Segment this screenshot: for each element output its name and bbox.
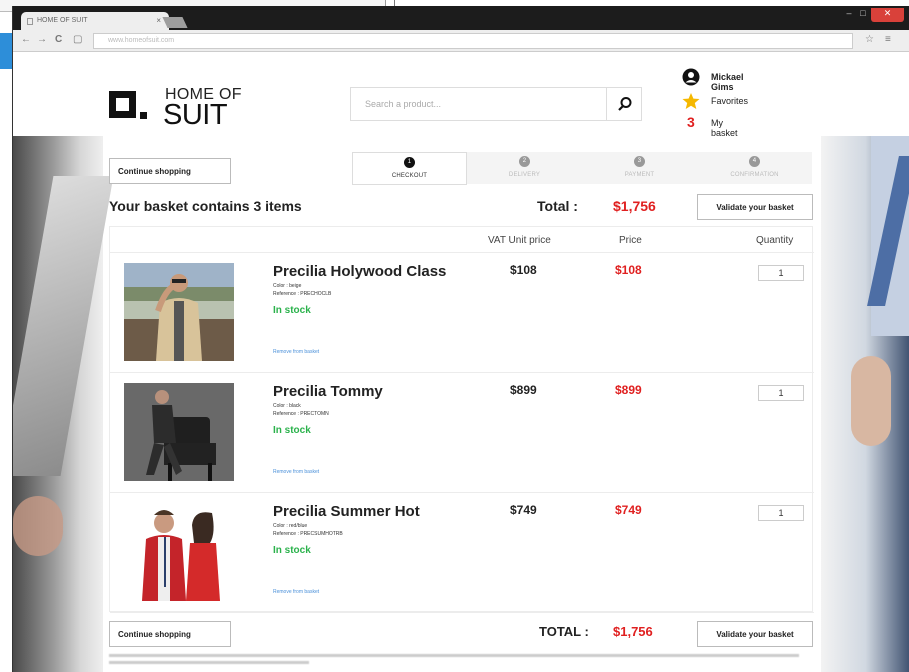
back-icon[interactable]: ←: [21, 34, 31, 45]
stock-status: In stock: [273, 425, 311, 436]
background-lapel: [13, 176, 114, 476]
quantity-input[interactable]: [758, 505, 804, 521]
product-image[interactable]: [124, 263, 234, 361]
product-image[interactable]: [124, 383, 234, 481]
basket-label: My basket: [711, 118, 738, 138]
remove-from-basket-link[interactable]: Remove from basket: [273, 349, 319, 355]
stock-status: In stock: [273, 305, 311, 316]
search-input[interactable]: [351, 88, 606, 120]
total-value: $1,756: [613, 198, 656, 214]
bookmark-star-icon[interactable]: ☆: [865, 34, 874, 45]
remove-from-basket-link[interactable]: Remove from basket: [273, 589, 319, 595]
blurred-text: [109, 654, 799, 664]
tab-title: HOME OF SUIT: [37, 17, 88, 24]
table-row: Precilia Holywood Class Color : beige Re…: [110, 253, 814, 373]
product-name[interactable]: Precilia Tommy: [273, 383, 383, 400]
browser-tab[interactable]: HOME OF SUIT ×: [21, 12, 169, 30]
address-bar[interactable]: www.homeofsuit.com: [93, 33, 853, 49]
vat-unit-price: $749: [510, 503, 537, 517]
product-reference: Reference : PRECTOMN: [273, 411, 329, 417]
site-logo[interactable]: HOME OF SUIT: [109, 82, 249, 132]
basket-count-text: Your basket contains 3 items: [109, 198, 302, 214]
logo-dot: [140, 112, 147, 119]
vat-unit-price: $108: [510, 263, 537, 277]
step-label: PAYMENT: [624, 172, 655, 178]
table-header: VAT Unit price Price Quantity: [110, 227, 814, 253]
browser-window: HOME OF SUIT × – □ ✕ ← → C ▢ www.homeofs…: [12, 6, 909, 672]
step-delivery[interactable]: 2 DELIVERY: [467, 152, 582, 184]
step-confirmation[interactable]: 4 CONFIRMATION: [697, 152, 812, 184]
validate-basket-button-bottom[interactable]: Validate your basket: [697, 621, 813, 647]
header-vat: VAT Unit price: [488, 235, 551, 246]
star-icon: [682, 93, 700, 109]
new-tab-button[interactable]: [162, 17, 188, 28]
total-label: Total :: [537, 198, 578, 214]
step-number: 1: [404, 157, 415, 168]
user-menu: Mickael Gims Favorites 3 My basket: [681, 68, 821, 138]
logo-mark: [109, 91, 136, 118]
header-price: Price: [619, 235, 642, 246]
user-icon: [682, 68, 700, 86]
price: $749: [615, 503, 642, 517]
price: $899: [615, 383, 642, 397]
price: $108: [615, 263, 642, 277]
close-button[interactable]: ✕: [871, 8, 904, 22]
total-value: $1,756: [613, 624, 653, 639]
step-number: 2: [519, 156, 530, 167]
menu-icon[interactable]: ≡: [885, 34, 891, 45]
total-label: TOTAL :: [539, 624, 589, 639]
product-name[interactable]: Precilia Summer Hot: [273, 503, 420, 520]
favorites-label: Favorites: [711, 96, 749, 106]
table-row: Precilia Tommy Color : black Reference :…: [110, 373, 814, 493]
continue-shopping-button[interactable]: Continue shopping: [109, 158, 231, 184]
product-color: Color : beige: [273, 283, 302, 289]
basket-table: VAT Unit price Price Quantity Precilia H…: [109, 226, 814, 613]
background-hand: [13, 496, 63, 556]
user-name: Mickael Gims: [711, 72, 744, 92]
search-button[interactable]: [606, 88, 642, 120]
product-reference: Reference : PRECHOCLB: [273, 291, 332, 297]
page-icon: [27, 18, 33, 25]
product-reference: Reference : PRECSUMHOTRB: [273, 531, 343, 537]
logo-text-line2: SUIT: [163, 99, 228, 131]
vat-unit-price: $899: [510, 383, 537, 397]
step-label: CONFIRMATION: [730, 172, 779, 178]
quantity-input[interactable]: [758, 385, 804, 401]
step-label: CHECKOUT: [391, 173, 428, 179]
step-number: 4: [749, 156, 760, 167]
product-image[interactable]: [124, 503, 234, 601]
quantity-input[interactable]: [758, 265, 804, 281]
maximize-button[interactable]: □: [857, 8, 869, 22]
step-checkout[interactable]: 1 CHECKOUT: [352, 152, 467, 185]
step-number: 3: [634, 156, 645, 167]
background-model-left: [13, 136, 114, 672]
tab-close-icon[interactable]: ×: [156, 16, 161, 25]
basket-count: 3: [687, 114, 695, 130]
step-label: DELIVERY: [508, 172, 541, 178]
product-color: Color : red/blue: [273, 523, 308, 529]
page-info-icon[interactable]: ▢: [73, 34, 82, 45]
search-icon: [618, 97, 632, 111]
browser-titlebar: HOME OF SUIT × – □ ✕: [13, 6, 909, 30]
product-color: Color : black: [273, 403, 301, 409]
remove-from-basket-link[interactable]: Remove from basket: [273, 469, 319, 475]
checkout-steps: 1 CHECKOUT 2 DELIVERY 3 PAYMENT 4 CONFIR…: [352, 152, 812, 185]
web-page: HOME OF SUIT Search a product... Mickael…: [13, 52, 909, 672]
search-box: [350, 87, 642, 121]
header-quantity: Quantity: [756, 235, 794, 246]
minimize-button[interactable]: –: [843, 8, 855, 22]
table-row: Precilia Summer Hot Color : red/blue Ref…: [110, 493, 814, 613]
disclaimer-text: [109, 652, 813, 666]
validate-basket-button[interactable]: Validate your basket: [697, 194, 813, 220]
browser-toolbar: ← → C ▢ www.homeofsuit.com ☆ ≡: [13, 30, 909, 52]
screen: HOME OF SUIT × – □ ✕ ← → C ▢ www.homeofs…: [0, 0, 909, 672]
background-model-right: [821, 136, 909, 672]
forward-icon[interactable]: →: [37, 34, 47, 45]
step-payment[interactable]: 3 PAYMENT: [582, 152, 697, 184]
reload-icon[interactable]: C: [55, 34, 62, 45]
background-hand-right: [851, 356, 891, 446]
stock-status: In stock: [273, 545, 311, 556]
product-name[interactable]: Precilia Holywood Class: [273, 263, 446, 280]
